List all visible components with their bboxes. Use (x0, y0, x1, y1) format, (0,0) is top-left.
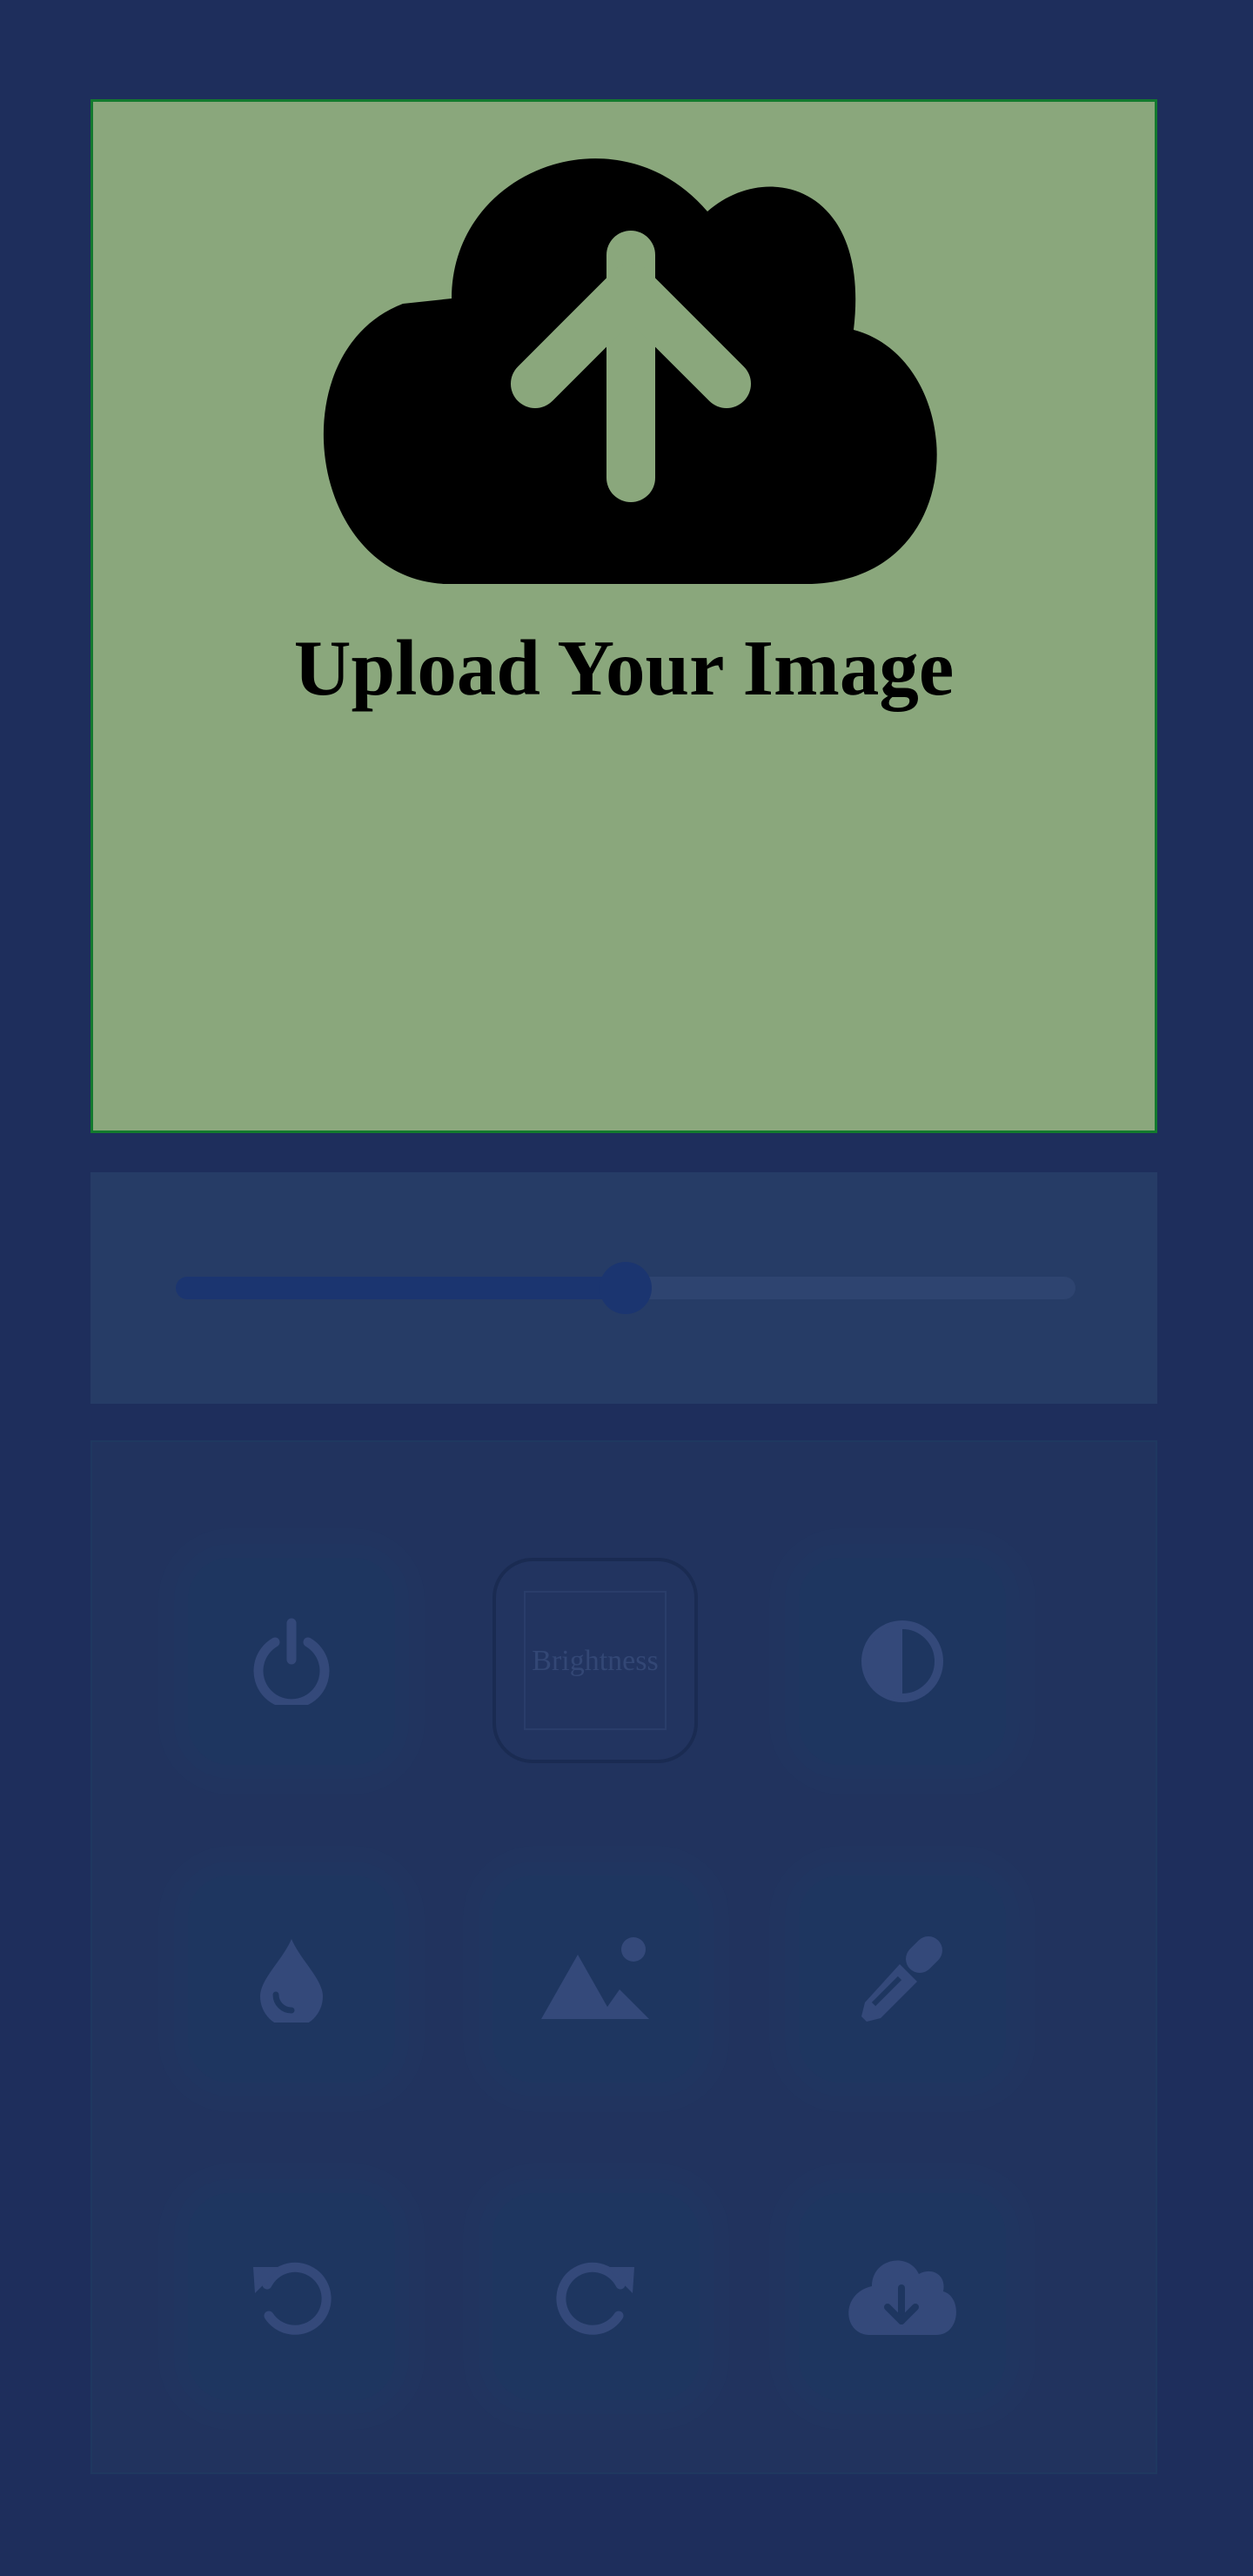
cloud-download-icon (848, 2260, 956, 2335)
saturation-button[interactable] (188, 1875, 395, 2083)
contrast-button[interactable] (799, 1558, 1006, 1765)
download-button[interactable] (799, 2193, 1006, 2400)
contrast-icon (861, 1620, 943, 1702)
undo-icon (253, 2262, 332, 2335)
cloud-upload-icon (323, 158, 937, 584)
slider-fill (176, 1277, 626, 1299)
eyedropper-icon (861, 1936, 942, 2022)
upload-title: Upload Your Image (293, 624, 955, 712)
upload-dropzone[interactable]: Upload Your Image (90, 99, 1157, 1133)
redo-icon (556, 2262, 634, 2335)
image-button[interactable] (492, 1875, 700, 2083)
adjustment-slider-panel (90, 1172, 1157, 1404)
slider-thumb[interactable] (600, 1262, 652, 1314)
power-button[interactable] (188, 1558, 395, 1765)
power-icon (253, 1618, 330, 1705)
undo-button[interactable] (188, 2193, 395, 2400)
controls-panel: Brightness (90, 1440, 1157, 2474)
brightness-label: Brightness (532, 1645, 659, 1677)
eyedropper-button[interactable] (799, 1875, 1006, 2083)
brightness-button[interactable]: Brightness (492, 1558, 698, 1763)
redo-button[interactable] (492, 2193, 700, 2400)
mountain-image-icon (541, 1937, 649, 2019)
droplet-icon (260, 1939, 323, 2023)
